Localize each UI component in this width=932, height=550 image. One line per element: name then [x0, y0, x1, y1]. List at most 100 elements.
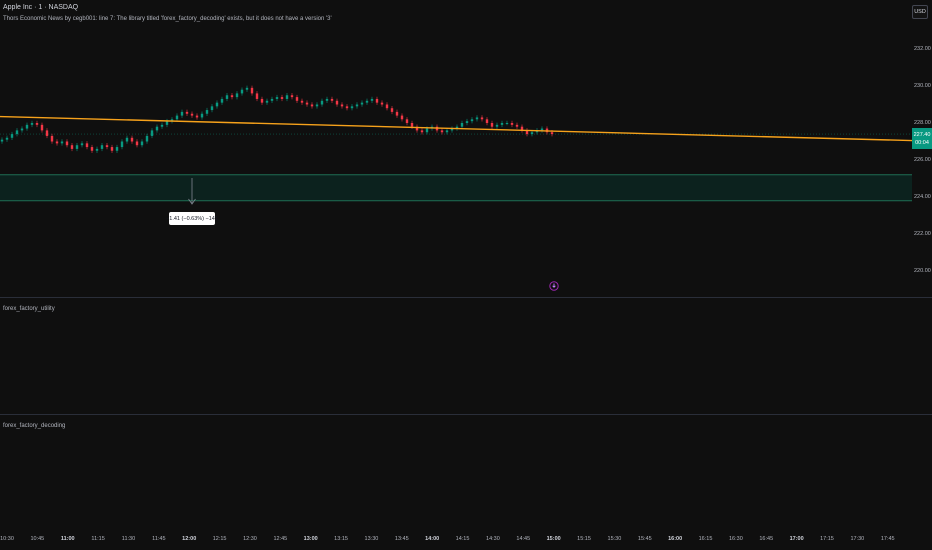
utility-pane-label[interactable]: forex_factory_utility — [3, 306, 55, 312]
time-tick-label: 15:00 — [546, 536, 561, 542]
candle — [95, 148, 99, 151]
candle — [180, 111, 184, 116]
candle — [245, 87, 249, 90]
candle — [320, 100, 324, 105]
candle — [445, 130, 449, 133]
candle — [0, 139, 4, 142]
time-tick-label: 14:15 — [455, 536, 470, 542]
candle — [475, 117, 479, 120]
candle — [425, 128, 429, 133]
time-tick-label: 12:30 — [243, 536, 257, 542]
candle — [230, 95, 234, 98]
price-tick-label: 224.00 — [914, 194, 931, 200]
last-price-tag: 227.40 00:04 — [912, 128, 932, 149]
candle — [235, 93, 239, 98]
time-tick-label: 16:45 — [759, 536, 774, 542]
time-tick-label: 11:45 — [152, 536, 166, 542]
time-tick-label: 16:00 — [668, 536, 683, 542]
candle — [80, 143, 84, 146]
main-chart-pane[interactable] — [0, 0, 913, 297]
time-tick-label: 13:45 — [394, 536, 409, 542]
candle — [65, 141, 69, 146]
price-tick-label: 228.00 — [914, 120, 931, 126]
candle — [480, 117, 484, 120]
script-error-message: Thors Economic News by cegb001: line 7: … — [3, 16, 332, 22]
candle — [370, 98, 374, 101]
candle — [550, 132, 554, 135]
time-tick-label: 17:45 — [880, 536, 895, 542]
candle — [70, 145, 74, 149]
candle — [200, 113, 204, 118]
time-axis[interactable]: 10:30 10:45 11:00 11:15 11:30 11:45 12:00 12:15… — [0, 528, 932, 550]
symbol-title[interactable]: Apple Inc · 1 · NASDAQ — [3, 4, 78, 11]
candle — [385, 104, 389, 109]
candle — [105, 145, 109, 148]
candle — [195, 115, 199, 118]
time-tick-label: 15:30 — [607, 536, 622, 542]
utility-indicator-pane[interactable]: forex_factory_utility — [0, 298, 932, 414]
candle — [305, 102, 309, 105]
trendline — [0, 115, 913, 142]
decoding-indicator-pane[interactable]: forex_factory_decoding — [0, 415, 932, 528]
candle — [420, 130, 424, 133]
candle — [165, 121, 169, 125]
candle — [515, 124, 519, 127]
candle — [160, 124, 164, 127]
candle — [315, 104, 319, 107]
candle — [355, 104, 359, 107]
time-tick-label: 11:00 — [60, 536, 75, 542]
candle — [440, 130, 444, 133]
candle — [490, 123, 494, 127]
time-tick-label: 15:45 — [637, 536, 652, 542]
price-chart[interactable] — [0, 0, 913, 297]
candle — [375, 98, 379, 103]
candle — [390, 108, 394, 112]
candle — [510, 123, 514, 125]
time-tick-label: 13:15 — [334, 536, 348, 542]
candle — [380, 102, 384, 105]
candle — [125, 137, 129, 142]
candle — [470, 119, 474, 122]
candle — [395, 111, 399, 116]
price-tick-label: 222.00 — [914, 231, 931, 237]
candle — [495, 124, 499, 127]
candle — [145, 135, 149, 142]
candle — [50, 135, 54, 142]
time-tick-label: 16:15 — [698, 536, 713, 542]
price-tick-label: 226.00 — [914, 157, 931, 163]
candle — [410, 123, 414, 127]
candle — [340, 104, 344, 107]
candle — [485, 119, 489, 123]
time-tick-label: 10:30 — [0, 536, 14, 542]
time-tick-label: 17:00 — [789, 536, 804, 542]
candle — [10, 134, 14, 138]
time-tick-label: 10:45 — [30, 536, 45, 542]
candle — [330, 98, 334, 101]
candle — [250, 87, 254, 94]
time-tick-label: 16:30 — [728, 536, 743, 542]
candle — [60, 141, 64, 144]
time-tick-label: 14:00 — [425, 536, 440, 542]
candle — [290, 95, 294, 98]
currency-button[interactable]: USD — [912, 5, 928, 19]
candle — [100, 145, 104, 149]
candle — [75, 145, 79, 149]
candle — [215, 102, 219, 107]
time-tick-label: 17:15 — [820, 536, 834, 542]
time-tick-label: 12:45 — [273, 536, 288, 542]
candle — [325, 98, 329, 101]
candle — [185, 111, 189, 114]
decoding-pane-label[interactable]: forex_factory_decoding — [3, 423, 65, 429]
candle — [55, 141, 59, 144]
time-tick-label: 12:15 — [212, 536, 227, 542]
time-tick-label: 14:30 — [486, 536, 500, 542]
economic-event-icon[interactable] — [549, 281, 559, 291]
time-tick-label: 12:00 — [182, 536, 197, 542]
time-tick-label: 15:15 — [577, 536, 591, 542]
candle — [45, 130, 49, 136]
candle — [120, 141, 124, 148]
candle — [140, 141, 144, 146]
candle — [85, 143, 89, 148]
candle — [110, 147, 114, 151]
candle — [505, 123, 509, 124]
